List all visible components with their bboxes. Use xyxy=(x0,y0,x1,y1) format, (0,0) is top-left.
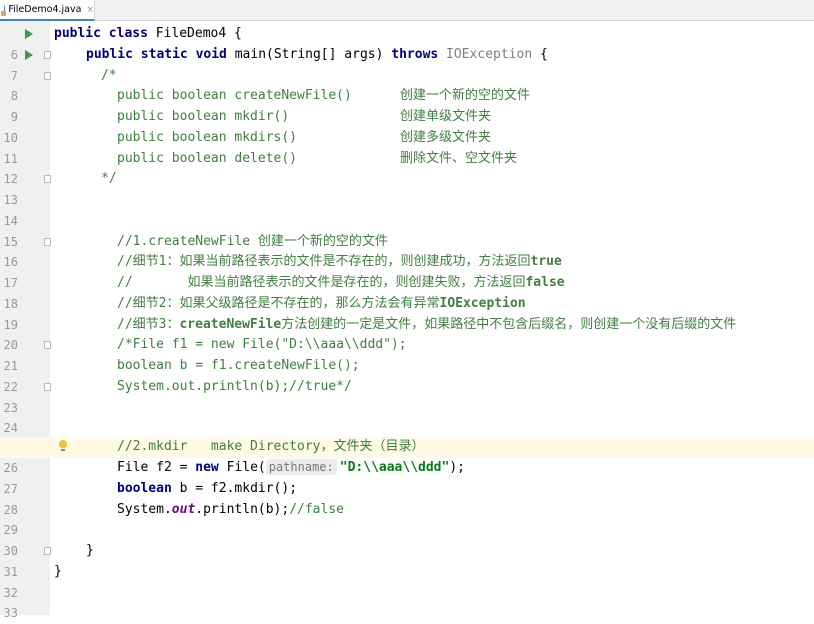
comment: public boolean mkdirs() xyxy=(117,129,298,145)
brace: { xyxy=(532,46,548,62)
keyword: public static void xyxy=(86,46,227,62)
comment: true xyxy=(530,254,562,270)
brace: } xyxy=(86,543,94,558)
comment: 创建一个新的空的文件 xyxy=(400,88,531,104)
code-line: 11 public boolean mkdirs() 创建多级文件夹 xyxy=(0,128,814,166)
comment: 创建单级文件夹 xyxy=(400,109,492,124)
code-line: 8 /* xyxy=(0,66,814,104)
code-line: 29 System.out.println(b);//false xyxy=(0,500,814,538)
comment: public boolean mkdir() xyxy=(117,109,290,124)
comment: //细节3： xyxy=(117,316,180,332)
comment: public boolean delete() xyxy=(117,150,298,166)
fold-icon[interactable] xyxy=(44,71,51,80)
code-line: 16 //1.createNewFile 创建一个新的空的文件 xyxy=(0,232,814,270)
comment: 如果当前路径表示的文件是不存在的，则创建成功，方法返回 xyxy=(179,254,531,270)
code-line: 20 //细节3：createNewFile方法创建的一定是文件，如果路径中不包… xyxy=(0,315,814,353)
code-line: 12 public boolean delete() 删除文件、空文件夹 xyxy=(0,149,814,187)
code-line: 17 //细节1：如果当前路径表示的文件是不存在的，则创建成功，方法返回true xyxy=(0,252,814,290)
code-line: 23 System.out.println(b);//true*/ xyxy=(0,377,814,415)
code-line: 25 xyxy=(0,418,814,456)
code-line: 32 } xyxy=(0,562,814,600)
code-line: 14 xyxy=(0,190,814,228)
code-text: .println(b); xyxy=(195,501,290,517)
code-line: 19 //细节2：如果父级路径是不存在的，那么方法会有异常IOException xyxy=(0,294,814,332)
comment: boolean b = f1.createNewFile(); xyxy=(117,358,360,373)
code-text: b = f2.mkdir(); xyxy=(171,480,298,496)
tab-filedemo4[interactable]: FileDemo4.java × xyxy=(0,0,95,21)
code-text: ); xyxy=(449,460,465,475)
string-literal: "D:\\aaa\\ddd" xyxy=(339,460,450,475)
editor-tab-bar: FileDemo4.java × xyxy=(0,0,814,21)
parameter-hint: pathname: xyxy=(265,459,337,475)
comment: 如果当前路径表示的文件是存在的，则创建失败，方法返回 xyxy=(187,275,526,290)
code-line: 10 public boolean mkdir() 创建单级文件夹 xyxy=(0,107,814,145)
fold-icon[interactable] xyxy=(44,237,51,246)
class-name: FileDemo4 { xyxy=(147,26,242,41)
comment: 删除文件、空文件夹 xyxy=(400,150,518,166)
line-number: 33 xyxy=(3,606,18,621)
run-icon[interactable] xyxy=(25,49,33,60)
code-text: System. xyxy=(117,501,172,517)
comment: IOException xyxy=(439,295,526,311)
code-line: 27 File f2 = new File(pathname: "D:\\aaa\… xyxy=(0,458,814,496)
comment: public boolean createNewFile() xyxy=(117,88,352,104)
current-code-line: 26 //2.mkdir make Directory，文件夹（目录） xyxy=(0,437,814,475)
keyword: public class xyxy=(54,26,148,41)
fold-icon[interactable] xyxy=(44,50,51,59)
code-line: 18 // 如果当前路径表示的文件是存在的，则创建失败，方法返回false xyxy=(0,273,814,311)
comment: /*File f1 = new File("D:\\aaa\\ddd"); xyxy=(117,337,407,353)
comment: 方法创建的一定是文件，如果路径中不包含后缀名，则创建一个没有后缀的文件 xyxy=(281,316,737,332)
comment: //false xyxy=(289,501,344,517)
comment: System.out.println(b);//true*/ xyxy=(117,378,352,394)
comment: 创建多级文件夹 xyxy=(400,129,492,145)
comment: //1.createNewFile xyxy=(117,233,258,249)
code-line: 21 /*File f1 = new File("D:\\aaa\\ddd"); xyxy=(0,335,814,373)
code-line: 9 public boolean createNewFile() 创建一个新的空… xyxy=(0,86,814,124)
tab-label: FileDemo4.java xyxy=(8,4,82,15)
code-line: 7 public static void main(String[] args)… xyxy=(0,45,814,83)
code-line: 15 xyxy=(0,211,814,249)
code-line: 6 public class FileDemo4 { xyxy=(0,24,814,62)
comment: // xyxy=(117,275,188,290)
fold-icon[interactable] xyxy=(44,547,51,555)
run-icon[interactable] xyxy=(25,29,33,39)
exception-type: IOException xyxy=(438,46,533,62)
fold-icon[interactable] xyxy=(44,341,51,350)
comment: //2.mkdir make Directory， xyxy=(117,439,334,454)
comment: false xyxy=(525,275,565,290)
intention-bulb-icon[interactable] xyxy=(59,440,67,451)
code-line: 28 boolean b = f2.mkdir(); xyxy=(0,479,814,517)
comment: 文件夹（目录） xyxy=(333,439,425,454)
comment: //细节2： xyxy=(117,295,180,311)
code-line: 30 xyxy=(0,520,814,558)
comment: /* xyxy=(101,67,117,83)
comment: createNewFile xyxy=(179,316,282,332)
code-line: 13 */ xyxy=(0,169,814,207)
brace: } xyxy=(54,563,62,579)
keyword: throws xyxy=(391,46,439,62)
fold-icon[interactable] xyxy=(44,175,51,184)
java-class-icon xyxy=(0,4,8,16)
fold-icon[interactable] xyxy=(44,382,51,391)
comment: 如果父级路径是不存在的，那么方法会有异常 xyxy=(179,295,440,311)
code-line: 22 boolean b = f1.createNewFile(); xyxy=(0,356,814,394)
method-signature: main(String[] args) xyxy=(226,46,392,62)
keyword: new xyxy=(195,460,219,475)
close-icon[interactable]: × xyxy=(86,5,94,15)
code-line: 31 } xyxy=(0,541,814,579)
code-line: 33 xyxy=(0,583,814,620)
keyword: boolean xyxy=(117,480,172,496)
static-field: out xyxy=(171,501,196,517)
comment: 创建一个新的空的文件 xyxy=(257,233,388,249)
code-text: File f2 = xyxy=(117,460,196,475)
comment: //细节1： xyxy=(117,254,180,270)
code-text: File( xyxy=(218,460,266,475)
code-line: 24 xyxy=(0,398,814,435)
comment: */ xyxy=(101,171,117,187)
